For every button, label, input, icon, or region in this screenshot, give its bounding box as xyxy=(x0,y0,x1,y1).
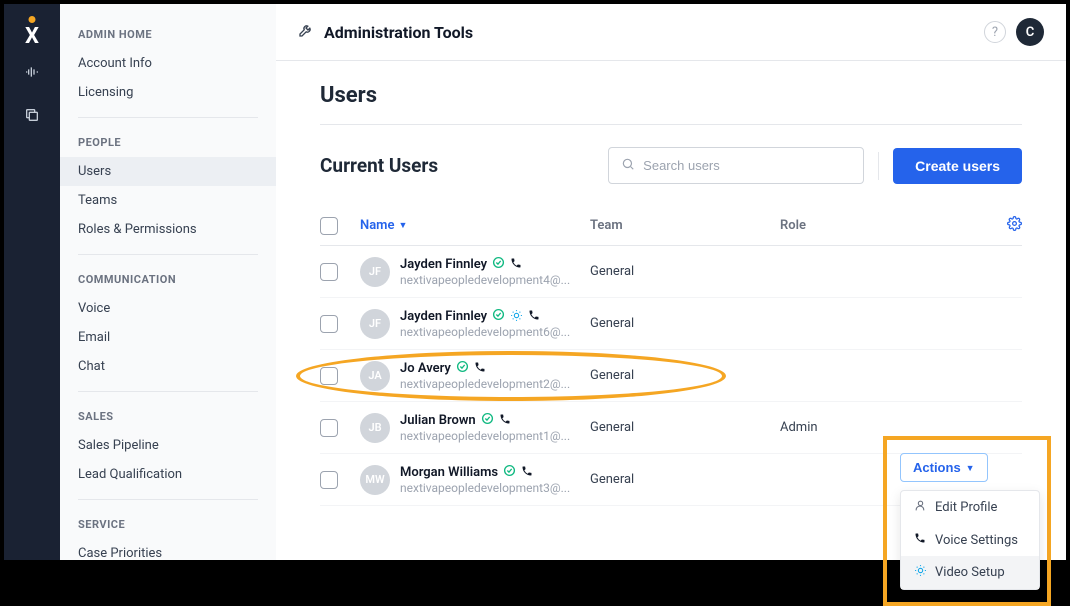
actions-menu: Edit Profile Voice Settings Video Setup xyxy=(900,490,1040,590)
search-icon xyxy=(621,156,635,175)
user-team: General xyxy=(590,472,780,487)
table-row[interactable]: JF Jayden Finnleynextivapeopledevelopment… xyxy=(320,246,1022,298)
menu-item-voice-settings[interactable]: Voice Settings xyxy=(901,524,1039,556)
logo: X xyxy=(20,18,44,42)
chevron-down-icon: ▼ xyxy=(966,463,975,473)
sidebar-item-account-info[interactable]: Account Info xyxy=(60,49,276,78)
table-header: Name▼ Team Role xyxy=(320,206,1022,246)
main: Administration Tools ? C Users Current U… xyxy=(276,4,1066,560)
row-checkbox[interactable] xyxy=(320,471,338,489)
row-checkbox[interactable] xyxy=(320,367,338,385)
sort-caret-icon: ▼ xyxy=(398,220,407,231)
topbar: Administration Tools ? C xyxy=(276,4,1066,61)
user-initials-avatar: JA xyxy=(360,361,390,391)
verified-icon xyxy=(456,360,469,377)
sidebar-heading: PEOPLE xyxy=(60,128,276,157)
sidebar-heading: SERVICE xyxy=(60,510,276,539)
sidebar-item-licensing[interactable]: Licensing xyxy=(60,78,276,107)
user-avatar[interactable]: C xyxy=(1016,18,1044,46)
sidebar: ADMIN HOMEAccount InfoLicensing PEOPLEUse… xyxy=(60,4,276,560)
content: Users Current Users Create users Name▼ T… xyxy=(276,61,1066,560)
user-email: nextivapeopledevelopment3@... xyxy=(400,481,570,495)
phone-icon xyxy=(521,465,533,480)
user-initials-avatar: JF xyxy=(360,309,390,339)
verified-icon xyxy=(481,412,494,429)
user-name: Julian Brown xyxy=(400,413,476,428)
user-name: Jo Avery xyxy=(400,361,451,376)
sidebar-item-email[interactable]: Email xyxy=(60,323,276,352)
user-email: nextivapeopledevelopment1@... xyxy=(400,429,570,443)
sidebar-heading: COMMUNICATION xyxy=(60,265,276,294)
verified-icon xyxy=(492,256,505,273)
phone-icon xyxy=(528,309,540,324)
user-email: nextivapeopledevelopment2@... xyxy=(400,377,570,391)
sidebar-item-chat[interactable]: Chat xyxy=(60,352,276,381)
sidebar-item-teams[interactable]: Teams xyxy=(60,186,276,215)
section-title: Current Users xyxy=(320,154,594,177)
user-team: General xyxy=(590,264,780,279)
col-team[interactable]: Team xyxy=(590,218,780,233)
sidebar-heading: SALES xyxy=(60,402,276,431)
col-role[interactable]: Role xyxy=(780,218,900,233)
row-checkbox[interactable] xyxy=(320,419,338,437)
user-email: nextivapeopledevelopment6@... xyxy=(400,325,570,339)
menu-item-label: Voice Settings xyxy=(935,533,1018,548)
sidebar-item-voice[interactable]: Voice xyxy=(60,294,276,323)
phone-icon xyxy=(913,532,927,548)
search-input[interactable] xyxy=(643,158,851,173)
table-row[interactable]: JF Jayden Finnleynextivapeopledevelopment… xyxy=(320,298,1022,350)
user-name: Morgan Williams xyxy=(400,465,498,480)
user-initials-avatar: JB xyxy=(360,413,390,443)
menu-item-label: Video Setup xyxy=(935,565,1005,580)
sidebar-item-roles-permissions[interactable]: Roles & Permissions xyxy=(60,215,276,244)
nav-rail: X xyxy=(4,4,60,560)
sidebar-heading: ADMIN HOME xyxy=(60,20,276,49)
create-users-button[interactable]: Create users xyxy=(893,148,1022,184)
menu-item-label: Edit Profile xyxy=(935,500,997,515)
user-initials-avatar: JF xyxy=(360,257,390,287)
sidebar-item-case-priorities[interactable]: Case Priorities xyxy=(60,539,276,560)
col-name[interactable]: Name▼ xyxy=(360,218,590,233)
gear-icon[interactable] xyxy=(1007,216,1022,235)
select-all-checkbox[interactable] xyxy=(320,217,338,235)
wrench-icon xyxy=(298,22,314,42)
sidebar-item-users[interactable]: Users xyxy=(60,157,276,186)
profile-icon xyxy=(913,499,927,516)
sidebar-item-lead-qualification[interactable]: Lead Qualification xyxy=(60,460,276,489)
page-title: Users xyxy=(320,83,1022,108)
user-email: nextivapeopledevelopment4@... xyxy=(400,273,570,287)
search-box[interactable] xyxy=(608,147,864,184)
user-role: Admin xyxy=(780,420,900,435)
separator xyxy=(878,152,879,180)
phone-icon xyxy=(499,413,511,428)
menu-item-edit-profile[interactable]: Edit Profile xyxy=(901,491,1039,524)
user-name: Jayden Finnley xyxy=(400,309,487,324)
copy-icon[interactable] xyxy=(24,107,40,128)
row-checkbox[interactable] xyxy=(320,263,338,281)
menu-item-video-setup[interactable]: Video Setup xyxy=(901,556,1039,589)
divider xyxy=(320,124,1022,125)
actions-dropdown: Actions▼ Edit Profile Voice Settings Video… xyxy=(900,453,1040,590)
actions-button[interactable]: Actions▼ xyxy=(900,453,988,482)
row-checkbox[interactable] xyxy=(320,315,338,333)
user-initials-avatar: MW xyxy=(360,465,390,495)
user-team: General xyxy=(590,420,780,435)
user-name: Jayden Finnley xyxy=(400,257,487,272)
waveform-icon[interactable] xyxy=(24,64,40,85)
video-icon xyxy=(913,564,927,581)
verified-icon xyxy=(492,308,505,325)
user-team: General xyxy=(590,368,780,383)
phone-icon xyxy=(474,361,486,376)
sidebar-item-sales-pipeline[interactable]: Sales Pipeline xyxy=(60,431,276,460)
page-header-title: Administration Tools xyxy=(324,23,473,42)
phone-icon xyxy=(510,257,522,272)
help-icon[interactable]: ? xyxy=(984,21,1006,43)
verified-icon xyxy=(503,464,516,481)
table-row[interactable]: JA Jo Averynextivapeopledevelopment2@... G… xyxy=(320,350,1022,402)
table-row[interactable]: JB Julian Brownnextivapeopledevelopment1@… xyxy=(320,402,1022,454)
video-icon xyxy=(510,309,523,325)
user-team: General xyxy=(590,316,780,331)
